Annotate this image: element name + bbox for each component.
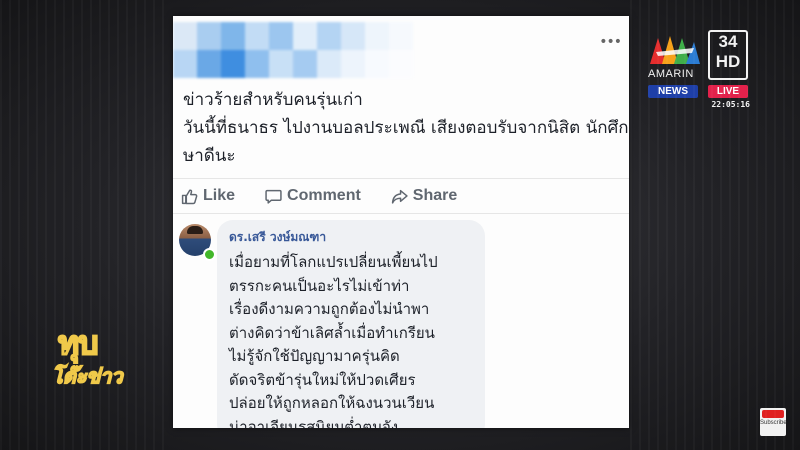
- channel-logo: AMARIN NEWS 34 HD LIVE 22:05:16: [646, 30, 750, 112]
- post-actions-bar: Like Comment Share: [173, 178, 629, 214]
- hd-label: HD: [715, 52, 741, 71]
- commenter-name[interactable]: ดร.เสรี วงษ์มณฑา: [229, 228, 473, 247]
- live-badge: LIVE: [708, 85, 748, 98]
- comment-line: ดัดจริตข้ารุ่นใหม่ให้ปวดเศียร: [229, 370, 416, 389]
- share-arrow-icon: [391, 189, 408, 204]
- like-button[interactable]: Like: [181, 187, 235, 205]
- post-line: ษาดีนะ: [183, 146, 236, 166]
- youtube-icon: [762, 410, 784, 418]
- comment-bubble: ดร.เสรี วงษ์มณฑา เมื่อยามที่โลกแปรเปลี่ย…: [217, 220, 485, 428]
- comment-line: เรื่องดีงามความถูกต้องไม่นำพา: [229, 300, 430, 318]
- comment-line: เมื่อยามที่โลกแปรเปลี่ยนเพี้ยนไป: [229, 253, 438, 271]
- blurred-poster-name: [173, 22, 413, 78]
- channel-number: 34: [718, 32, 738, 51]
- thumbs-up-icon: [181, 188, 198, 204]
- program-logo-line2: โต๊ะข่าว: [51, 363, 123, 389]
- facebook-post-card: ••• ข่าวร้ายสำหรับคนรุ่นเก่า วันนี้ที่ธน…: [173, 16, 629, 428]
- broadcast-clock: 22:05:16: [711, 100, 750, 109]
- post-text: ข่าวร้ายสำหรับคนรุ่นเก่า วันนี้ที่ธนาธร …: [183, 86, 629, 170]
- like-label: Like: [203, 187, 236, 204]
- comment-line: ปล่อยให้ถูกหลอกให้ฉงนวนเวียน: [229, 394, 435, 412]
- comment-line: ตรรกะคนเป็นอะไรไม่เข้าท่า: [229, 276, 410, 295]
- online-status-dot: [203, 248, 216, 261]
- subscribe-logo[interactable]: Subscribe: [760, 408, 787, 436]
- comment-label: Comment: [287, 187, 361, 204]
- channel-number-box: 34 HD: [708, 30, 748, 80]
- share-button[interactable]: Share: [391, 187, 457, 205]
- amarin-wordmark: AMARIN: [648, 68, 694, 80]
- more-options-icon[interactable]: •••: [599, 34, 622, 50]
- program-logo: ทุบ โต๊ะข่าว: [51, 318, 128, 398]
- comment-text: เมื่อยามที่โลกแปรเปลี่ยนเพี้ยนไป ตรรกะคน…: [229, 251, 473, 428]
- comment-line: น่าอาเจียนรสนิยมต่ำตมจัง: [229, 417, 399, 429]
- post-line: วันนี้ที่ธนาธร ไปงานบอลประเพณี เสียงตอบร…: [183, 118, 629, 138]
- video-frame: ••• ข่าวร้ายสำหรับคนรุ่นเก่า วันนี้ที่ธน…: [0, 0, 800, 450]
- post-line: ข่าวร้ายสำหรับคนรุ่นเก่า: [183, 90, 363, 110]
- amarin-logo-icon: [650, 36, 700, 64]
- share-label: Share: [412, 187, 458, 204]
- comment-button[interactable]: Comment: [265, 187, 361, 205]
- speech-bubble-icon: [265, 189, 282, 204]
- comment-line: ต่างคิดว่าข้าเลิศล้ำเมื่อทำเกรียน: [229, 323, 435, 342]
- comment-line: ไม่รู้จักใช้ปัญญามาครุ่นคิด: [229, 347, 400, 365]
- subscribe-text: Subscribe: [760, 420, 787, 426]
- news-badge: NEWS: [648, 85, 698, 98]
